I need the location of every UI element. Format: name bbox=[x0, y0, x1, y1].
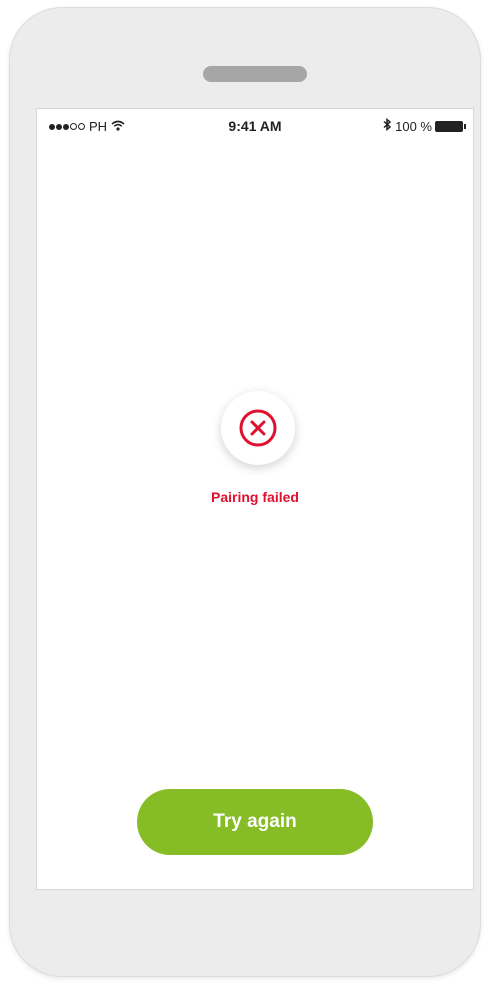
status-bar: PH 9:41 AM 100 % bbox=[37, 109, 473, 145]
try-again-button[interactable]: Try again bbox=[137, 789, 373, 855]
battery-icon bbox=[435, 120, 466, 132]
bluetooth-icon bbox=[383, 117, 392, 134]
x-circle-icon bbox=[239, 409, 277, 447]
app-screen: PH 9:41 AM 100 % Pairing failed Try agai… bbox=[36, 108, 474, 890]
phone-frame: PH 9:41 AM 100 % Pairing failed Try agai… bbox=[10, 8, 480, 976]
phone-speaker bbox=[203, 66, 307, 82]
status-right: 100 % bbox=[383, 117, 466, 134]
error-message: Pairing failed bbox=[211, 489, 299, 505]
error-status-icon bbox=[221, 391, 295, 465]
battery-percent: 100 % bbox=[395, 118, 432, 134]
